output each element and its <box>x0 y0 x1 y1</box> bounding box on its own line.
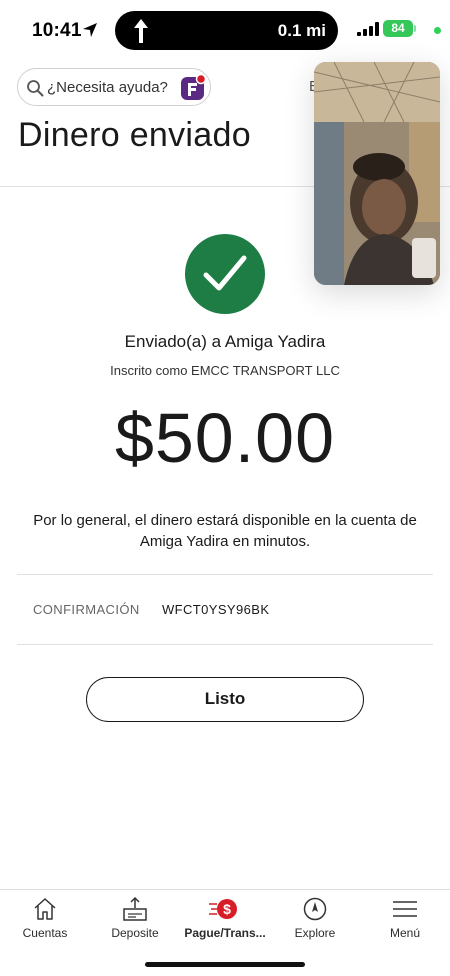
divider <box>17 644 433 645</box>
enrolled-as-text: Inscrito como EMCC TRANSPORT LLC <box>110 363 340 378</box>
fargo-assistant-icon[interactable] <box>180 74 207 101</box>
home-icon <box>34 898 56 920</box>
tab-label: Pague/Trans... <box>184 926 266 940</box>
tab-cuentas[interactable]: Cuentas <box>0 890 90 950</box>
battery-cap <box>414 25 416 32</box>
deposit-icon <box>123 896 147 921</box>
help-search-bar[interactable]: ¿Necesita ayuda? <box>17 68 211 106</box>
navigation-distance: 0.1 mi <box>277 21 326 40</box>
cellular-signal-icon <box>357 22 379 36</box>
done-button[interactable]: Listo <box>86 677 364 722</box>
tab-explore[interactable]: Explore <box>270 890 360 950</box>
divider <box>17 574 433 575</box>
video-frame <box>314 62 440 285</box>
sent-amount: $50.00 <box>114 399 336 477</box>
recipient-text: Enviado(a) a Amiga Yadira <box>124 332 326 351</box>
checkmark-icon <box>203 255 247 291</box>
status-time: 10:41 <box>32 20 82 41</box>
battery-icon: 84 <box>383 20 413 37</box>
confirmation-code: WFCT0YSY96BK <box>162 602 270 617</box>
pay-transfer-icon: $ <box>209 899 237 919</box>
confirmation-label: CONFIRMACIÓN <box>33 602 140 617</box>
dynamic-island[interactable]: 0.1 mi <box>115 11 338 50</box>
camera-in-use-indicator <box>434 27 441 34</box>
battery-level: 84 <box>391 21 405 35</box>
tab-pague-transfiera[interactable]: $ Pague/Trans... <box>180 890 270 950</box>
status-bar: 10:41 0.1 mi 84 <box>0 0 450 60</box>
tab-label: Cuentas <box>22 926 68 940</box>
availability-note: Por lo general, el dinero estará disponi… <box>33 512 417 550</box>
search-icon <box>27 80 44 97</box>
page-title: Dinero enviado <box>18 116 251 154</box>
tab-label: Deposite <box>111 926 159 940</box>
navigation-arrow-icon <box>134 19 148 43</box>
compass-icon <box>303 897 327 921</box>
video-call-overlay[interactable] <box>314 62 440 285</box>
tab-menu[interactable]: Menú <box>360 890 450 950</box>
search-placeholder: ¿Necesita ayuda? <box>47 79 168 96</box>
menu-icon <box>393 901 417 917</box>
tab-deposite[interactable]: Deposite <box>90 890 180 950</box>
location-arrow-icon <box>83 23 97 37</box>
tab-label: Menú <box>389 926 421 940</box>
tab-label: Explore <box>294 926 336 940</box>
svg-text:$: $ <box>223 901 231 917</box>
home-indicator[interactable] <box>145 962 305 967</box>
success-check-icon <box>185 234 265 314</box>
